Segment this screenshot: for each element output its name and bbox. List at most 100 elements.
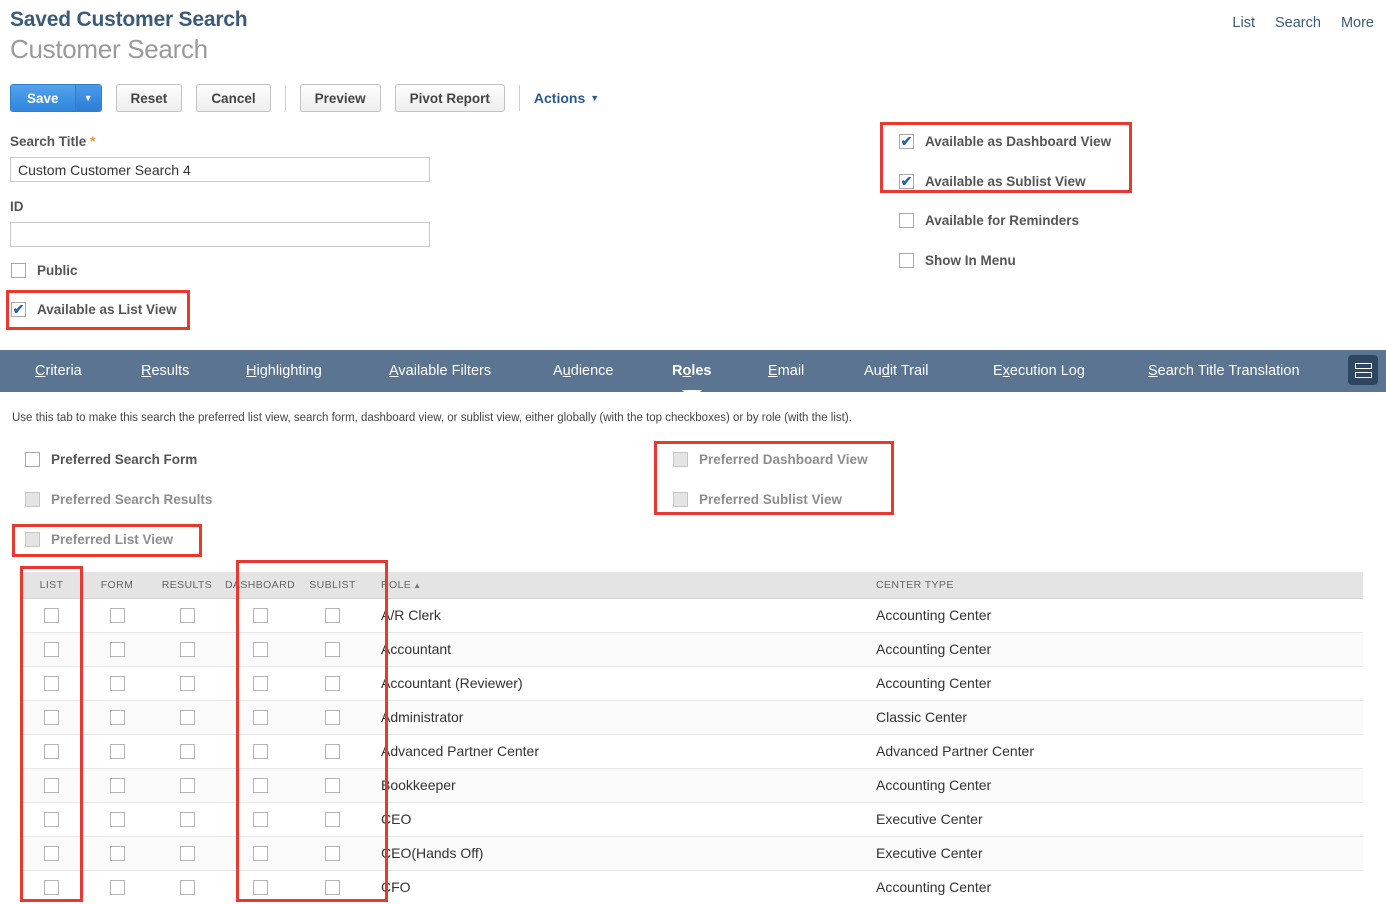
row-form-checkbox[interactable]	[110, 608, 125, 623]
row-list-checkbox[interactable]	[44, 608, 59, 623]
column-header-sublist[interactable]: SUBLIST	[297, 572, 368, 598]
available-as-dashboard-view-checkbox[interactable]: ✔	[899, 134, 914, 149]
tab-audit-trail[interactable]: Audit Trail	[864, 363, 929, 379]
row-results-checkbox[interactable]	[180, 642, 195, 657]
cell-sublist	[297, 700, 368, 734]
nav-link-list[interactable]: List	[1232, 15, 1255, 31]
row-sublist-checkbox[interactable]	[325, 710, 340, 725]
row-results-checkbox[interactable]	[180, 812, 195, 827]
available-as-sublist-view-checkbox-row[interactable]: ✔ Available as Sublist View	[899, 174, 1086, 189]
id-input[interactable]	[10, 222, 430, 247]
available-as-list-view-checkbox-row[interactable]: ✔ Available as List View	[11, 302, 177, 317]
row-list-checkbox[interactable]	[44, 846, 59, 861]
row-list-checkbox[interactable]	[44, 710, 59, 725]
preferred-search-form-checkbox[interactable]	[25, 452, 40, 467]
tab-highlighting[interactable]: Highlighting	[246, 363, 322, 379]
row-dashboard-checkbox[interactable]	[253, 812, 268, 827]
row-list-checkbox[interactable]	[44, 744, 59, 759]
row-dashboard-checkbox[interactable]	[253, 846, 268, 861]
available-as-list-view-checkbox[interactable]: ✔	[11, 302, 26, 317]
row-sublist-checkbox[interactable]	[325, 880, 340, 895]
available-as-dashboard-view-checkbox-row[interactable]: ✔ Available as Dashboard View	[899, 134, 1111, 149]
row-dashboard-checkbox[interactable]	[253, 676, 268, 691]
row-dashboard-checkbox[interactable]	[253, 710, 268, 725]
show-in-menu-checkbox-row[interactable]: Show In Menu	[899, 253, 1016, 268]
cancel-button[interactable]: Cancel	[196, 84, 270, 112]
save-dropdown-chevron-down-icon[interactable]: ▼	[75, 85, 101, 111]
row-dashboard-checkbox[interactable]	[253, 608, 268, 623]
tab-audience[interactable]: Audience	[553, 363, 613, 379]
row-form-checkbox[interactable]	[110, 710, 125, 725]
row-form-checkbox[interactable]	[110, 642, 125, 657]
cell-dashboard	[223, 632, 297, 666]
row-sublist-checkbox[interactable]	[325, 642, 340, 657]
row-dashboard-checkbox[interactable]	[253, 778, 268, 793]
row-results-checkbox[interactable]	[180, 846, 195, 861]
tab-search-title-translation[interactable]: Search Title Translation	[1148, 363, 1300, 379]
column-header-center-type[interactable]: CENTER TYPE	[863, 572, 1363, 598]
column-header-list[interactable]: LIST	[20, 572, 83, 598]
row-list-checkbox[interactable]	[44, 642, 59, 657]
row-list-checkbox[interactable]	[44, 880, 59, 895]
show-in-menu-checkbox[interactable]	[899, 253, 914, 268]
preferred-search-form-checkbox-row[interactable]: Preferred Search Form	[25, 452, 197, 467]
row-results-checkbox[interactable]	[180, 880, 195, 895]
row-results-checkbox[interactable]	[180, 676, 195, 691]
row-sublist-checkbox[interactable]	[325, 744, 340, 759]
row-form-checkbox[interactable]	[110, 846, 125, 861]
tab-results[interactable]: Results	[141, 363, 189, 379]
column-header-form[interactable]: FORM	[83, 572, 151, 598]
column-header-role[interactable]: ROLE▲	[368, 572, 863, 598]
tab-execution-log[interactable]: Execution Log	[993, 363, 1085, 379]
reset-button[interactable]: Reset	[116, 84, 183, 112]
preferred-list-view-checkbox	[25, 532, 40, 547]
search-title-input[interactable]	[10, 157, 430, 182]
row-list-checkbox[interactable]	[44, 676, 59, 691]
available-as-sublist-view-checkbox[interactable]: ✔	[899, 174, 914, 189]
nav-link-more[interactable]: More	[1341, 15, 1374, 31]
tab-available-filters[interactable]: Available Filters	[389, 363, 491, 379]
column-header-dashboard[interactable]: DASHBOARD	[223, 572, 297, 598]
toolbar-divider-1	[285, 85, 286, 111]
row-sublist-checkbox[interactable]	[325, 608, 340, 623]
row-results-checkbox[interactable]	[180, 608, 195, 623]
row-sublist-checkbox[interactable]	[325, 846, 340, 861]
nav-link-search[interactable]: Search	[1275, 15, 1321, 31]
row-dashboard-checkbox[interactable]	[253, 744, 268, 759]
actions-menu[interactable]: Actions ▼	[534, 90, 599, 106]
cell-dashboard	[223, 666, 297, 700]
row-sublist-checkbox[interactable]	[325, 778, 340, 793]
cell-list	[20, 768, 83, 802]
row-list-checkbox[interactable]	[44, 778, 59, 793]
available-as-sublist-view-label: Available as Sublist View	[925, 174, 1086, 189]
row-form-checkbox[interactable]	[110, 744, 125, 759]
pivot-report-button[interactable]: Pivot Report	[395, 84, 505, 112]
table-row: CEOExecutive Center	[20, 802, 1363, 836]
tab-email[interactable]: Email	[768, 363, 804, 379]
tab-roles[interactable]: Roles	[672, 363, 712, 379]
row-sublist-checkbox[interactable]	[325, 676, 340, 691]
save-button[interactable]: Save ▼	[10, 84, 102, 112]
column-header-results[interactable]: RESULTS	[151, 572, 223, 598]
row-form-checkbox[interactable]	[110, 778, 125, 793]
show-in-menu-label: Show In Menu	[925, 253, 1016, 268]
row-list-checkbox[interactable]	[44, 812, 59, 827]
row-dashboard-checkbox[interactable]	[253, 880, 268, 895]
row-form-checkbox[interactable]	[110, 812, 125, 827]
available-for-reminders-checkbox[interactable]	[899, 213, 914, 228]
row-sublist-checkbox[interactable]	[325, 812, 340, 827]
public-checkbox-row[interactable]: Public	[11, 263, 78, 278]
list-view-icon[interactable]	[1348, 355, 1378, 385]
available-for-reminders-checkbox-row[interactable]: Available for Reminders	[899, 213, 1079, 228]
row-form-checkbox[interactable]	[110, 676, 125, 691]
cell-sublist	[297, 768, 368, 802]
row-results-checkbox[interactable]	[180, 744, 195, 759]
row-results-checkbox[interactable]	[180, 710, 195, 725]
public-checkbox[interactable]	[11, 263, 26, 278]
preview-button[interactable]: Preview	[300, 84, 381, 112]
row-form-checkbox[interactable]	[110, 880, 125, 895]
preferred-dashboard-view-checkbox	[673, 452, 688, 467]
row-dashboard-checkbox[interactable]	[253, 642, 268, 657]
tab-criteria[interactable]: Criteria	[35, 363, 82, 379]
row-results-checkbox[interactable]	[180, 778, 195, 793]
